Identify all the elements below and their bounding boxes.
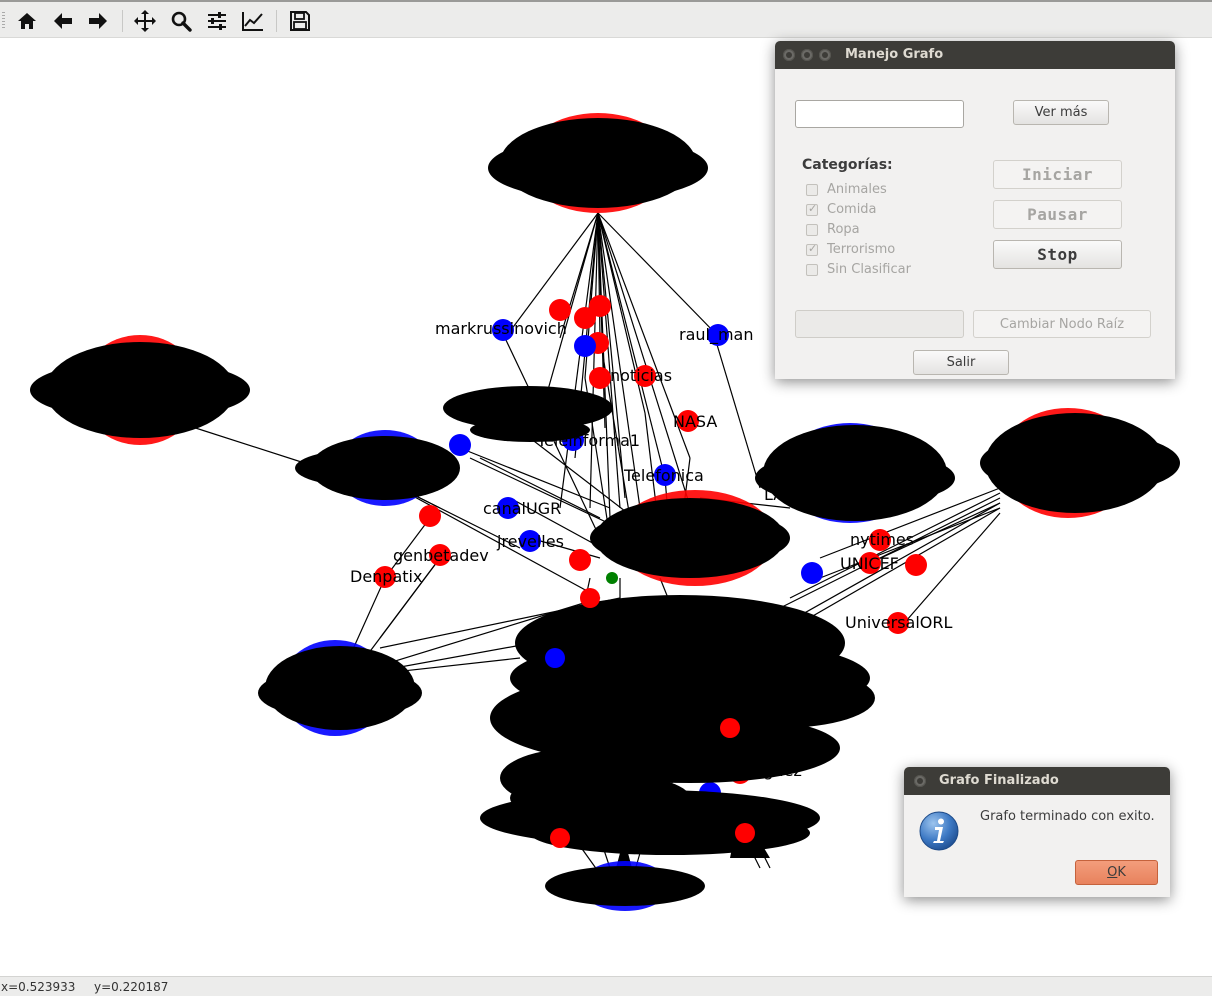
checkbox-label: Animales [827,182,887,197]
matplotlib-toolbar [0,0,1212,38]
edit-axis-icon[interactable] [240,8,266,34]
ok-button[interactable]: OK [1075,860,1158,885]
dialog-title: Grafo Finalizado [939,773,1059,788]
dialog-message: Grafo terminado con exito. [980,809,1155,824]
checkbox-animales[interactable]: Animales [806,182,887,197]
graph-node[interactable] [449,434,471,456]
home-icon[interactable] [14,8,40,34]
forward-arrow-icon[interactable] [85,8,111,34]
categorias-label: Categorías: [802,157,893,173]
checkbox-box[interactable] [806,183,818,196]
cursor-y-readout: y=0.220187 [94,980,169,994]
toolbar-separator [122,10,123,32]
manejo-grafo-window: Manejo Grafo Ver más Categorías: Animale… [775,41,1175,379]
maximize-icon[interactable] [819,49,831,61]
node-label: Rodriguez [722,761,802,780]
graph-node[interactable] [419,505,441,527]
checkbox-ropa[interactable]: Ropa [806,222,860,237]
graph-node[interactable] [801,562,823,584]
close-icon[interactable] [783,49,795,61]
status-bar: x=0.523933 y=0.220187 [0,976,1212,996]
node-label: raul_man [679,325,754,345]
grafo-finalizado-dialog: Grafo Finalizado Grafo terminado con exi… [904,767,1170,897]
node-label: Denpatix [350,567,422,586]
node-label: NASA [673,412,717,431]
minimize-icon[interactable] [801,49,813,61]
graph-node[interactable] [549,299,571,321]
pan-icon[interactable] [132,8,158,34]
close-icon[interactable] [914,775,926,787]
checkbox-comida[interactable]: Comida [806,202,877,217]
graph-node[interactable] [574,307,596,329]
cursor-x-readout: x=0.523933 [1,980,76,994]
checkbox-box[interactable] [806,242,818,256]
node-label: genbetadev [393,546,489,565]
salir-button[interactable]: Salir [913,350,1009,375]
dialog-titlebar[interactable]: Grafo Finalizado [904,767,1170,795]
node-label: Teleinforma1 [536,431,640,450]
checkbox-sin-clasificar[interactable]: Sin Clasificar [806,262,911,277]
checkbox-box[interactable] [806,263,818,276]
search-input[interactable] [795,100,964,128]
checkbox-box[interactable] [806,202,818,216]
checkbox-label: Sin Clasificar [827,262,911,277]
zoom-icon[interactable] [168,8,194,34]
node-label: jrevelles [496,532,564,551]
node-label: UNICEF [840,554,899,573]
cambiar-nodo-raiz-button[interactable]: Cambiar Nodo Raíz [973,310,1151,338]
node-label: Telefonica [623,466,704,485]
root-node[interactable] [606,572,618,584]
graph-node[interactable] [569,549,591,571]
iniciar-button[interactable]: Iniciar [993,160,1122,189]
graph-node[interactable] [589,367,611,389]
save-icon[interactable] [287,8,313,34]
node-label: noticias [610,366,672,385]
checkbox-label: Ropa [827,222,860,237]
window-title: Manejo Grafo [845,47,944,62]
checkbox-label: Terrorismo [827,242,896,257]
info-icon [919,811,959,851]
toolbar-separator [276,10,277,32]
graph-node[interactable] [574,335,596,357]
ok-mnemonic: O [1107,865,1118,880]
node-label: nytimes [850,530,914,549]
back-arrow-icon[interactable] [50,8,76,34]
node-label: LAIS [764,485,799,504]
ver-mas-button[interactable]: Ver más [1013,100,1109,125]
stop-button[interactable]: Stop [993,240,1122,269]
node-label: markrussinovich [435,319,567,338]
pausar-button[interactable]: Pausar [993,200,1122,229]
checkbox-terrorismo[interactable]: Terrorismo [806,242,895,257]
checkbox-box[interactable] [806,223,818,236]
subplots-configure-icon[interactable] [204,8,230,34]
toolbar-grip[interactable] [2,12,5,28]
checkbox-label: Comida [827,202,877,217]
root-node-input[interactable] [795,310,964,338]
window-titlebar[interactable]: Manejo Grafo [775,41,1175,69]
node-label: UniversalORL [845,613,952,632]
graph-node[interactable] [905,554,927,576]
ok-label: K [1117,865,1126,880]
node-label: canalUGR [483,499,561,518]
